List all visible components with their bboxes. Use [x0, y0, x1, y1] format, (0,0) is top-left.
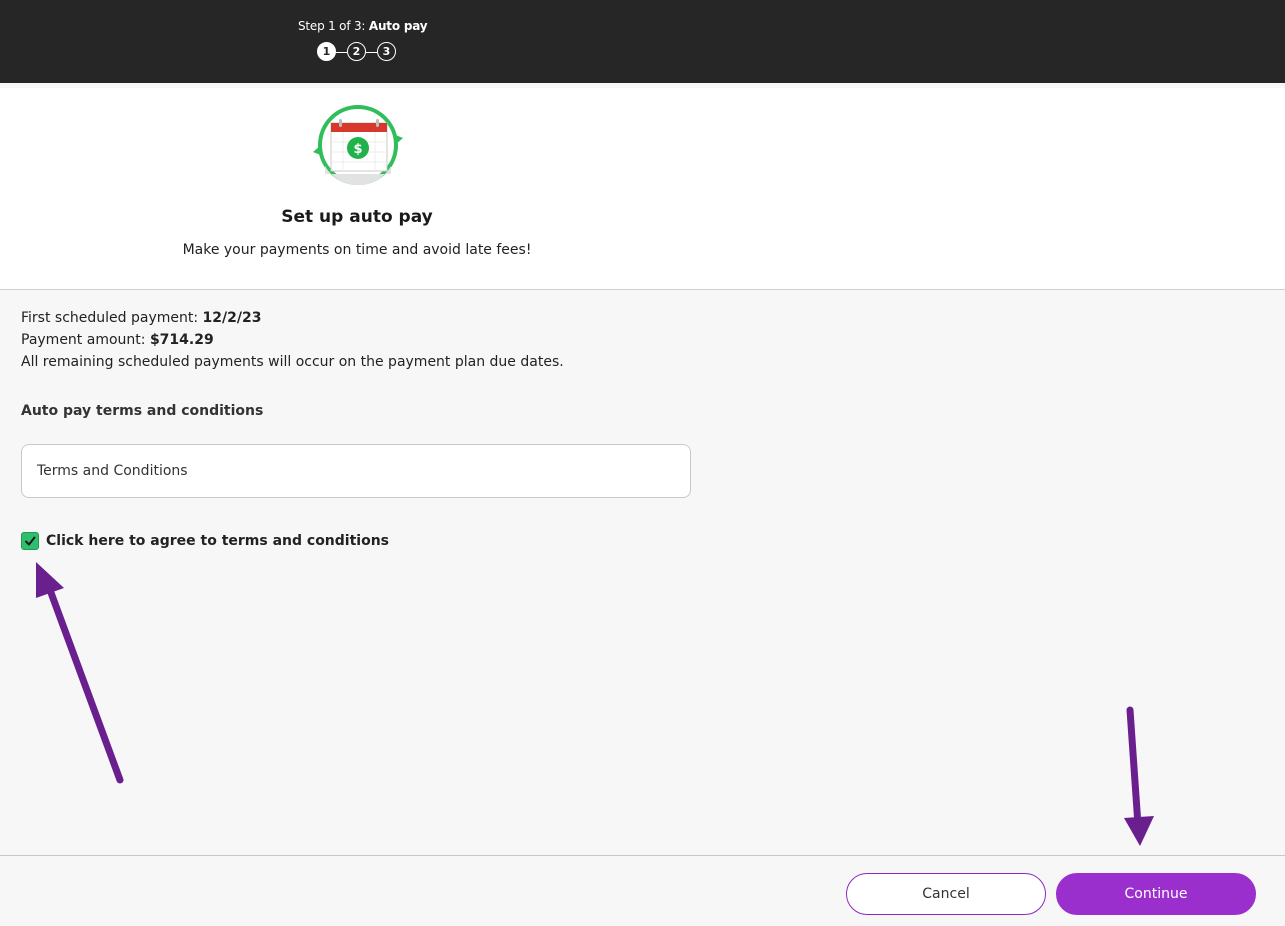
- footer-actions: Cancel Continue: [0, 855, 1285, 926]
- agree-terms-checkbox-row[interactable]: Click here to agree to terms and conditi…: [21, 532, 389, 550]
- page-subtitle: Make your payments on time and avoid lat…: [182, 242, 532, 258]
- terms-heading: Auto pay terms and conditions: [21, 403, 264, 419]
- terms-and-conditions-box[interactable]: Terms and Conditions: [21, 444, 691, 498]
- first-payment-label: First scheduled payment:: [21, 310, 199, 326]
- first-payment-value: 12/2/23: [202, 310, 262, 326]
- hero-section: $ Set up auto pay Make your payments on …: [0, 88, 1285, 290]
- payment-note: All remaining scheduled payments will oc…: [21, 354, 564, 370]
- progress-stepper: 1 2 3: [317, 42, 401, 63]
- calendar-dollar-refresh-icon: $: [313, 105, 403, 186]
- step-name: Auto pay: [368, 19, 428, 33]
- step-prefix: Step 1 of 3:: [298, 19, 366, 33]
- payment-info: First scheduled payment: 12/2/23 Payment…: [21, 307, 564, 373]
- step-connector: [336, 51, 347, 53]
- cancel-button[interactable]: Cancel: [846, 873, 1046, 915]
- annotation-arrow-to-continue: [1124, 706, 1154, 846]
- checkmark-icon: [25, 536, 36, 546]
- page-title: Set up auto pay: [281, 207, 433, 227]
- step-3: 3: [377, 42, 396, 61]
- step-1: 1: [317, 42, 336, 61]
- first-payment-row: First scheduled payment: 12/2/23: [21, 307, 564, 329]
- step-connector: [366, 51, 377, 53]
- top-bar: Step 1 of 3: Auto pay 1 2 3: [0, 0, 1285, 83]
- payment-amount-value: $714.29: [149, 332, 214, 348]
- svg-text:$: $: [353, 142, 362, 157]
- step-indicator-text: Step 1 of 3: Auto pay: [298, 19, 428, 33]
- continue-button[interactable]: Continue: [1056, 873, 1256, 915]
- agree-checkbox[interactable]: [21, 532, 39, 550]
- step-2: 2: [347, 42, 366, 61]
- payment-amount-label: Payment amount:: [21, 332, 146, 348]
- terms-box-label: Terms and Conditions: [37, 463, 188, 479]
- annotation-arrow-to-checkbox: [36, 562, 124, 784]
- payment-amount-row: Payment amount: $714.29: [21, 329, 564, 351]
- agree-checkbox-label: Click here to agree to terms and conditi…: [46, 533, 390, 549]
